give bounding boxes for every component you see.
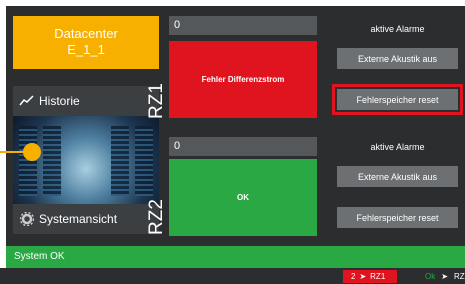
- rz2-label: RZ2: [146, 199, 167, 235]
- systemansicht-button[interactable]: Systemansicht: [13, 204, 159, 234]
- system-status-bar: System OK: [6, 246, 465, 268]
- ok-chip[interactable]: Ok ➤ RZ: [425, 270, 465, 283]
- app-frame: Datacenter E_1_1 Historie Systemansicht …: [0, 0, 465, 284]
- rz2-status-tile[interactable]: OK: [169, 159, 317, 236]
- rz1-acoustic-off-button[interactable]: Externe Akustik aus: [337, 48, 458, 69]
- alarm-chip-rz1[interactable]: 2 ➤ RZ1: [343, 270, 397, 283]
- alarm-count: 2: [351, 272, 356, 281]
- rz2-alarm-title: aktive Alarme: [370, 142, 425, 152]
- rz2-reset-button[interactable]: Fehlerspeicher reset: [337, 207, 458, 228]
- rack-shape: [111, 126, 129, 196]
- datacenter-title: Datacenter: [54, 26, 118, 41]
- rz1-reset-button[interactable]: Fehlerspeicher reset: [337, 89, 458, 110]
- rack-shape: [43, 126, 61, 196]
- rack-shape: [135, 126, 153, 196]
- gear-icon: [19, 211, 35, 227]
- rz1-value-field: 0: [169, 16, 317, 35]
- bell-icon: ➤: [359, 272, 367, 281]
- rz2-value-field: 0: [169, 137, 317, 156]
- rack-shape: [19, 126, 37, 196]
- alarm-chip-label: RZ1: [370, 272, 386, 281]
- chart-line-icon: [19, 93, 35, 109]
- ok-label: Ok: [425, 272, 436, 281]
- arrow-icon: ➤: [441, 272, 448, 281]
- systemansicht-label: Systemansicht: [39, 212, 118, 226]
- connector-dot[interactable]: [23, 143, 41, 161]
- historie-label: Historie: [39, 94, 80, 108]
- rz2-acoustic-off-button[interactable]: Externe Akustik aus: [337, 166, 458, 187]
- rz1-label: RZ1: [146, 83, 167, 119]
- datacenter-tile[interactable]: Datacenter E_1_1: [13, 16, 159, 69]
- historie-button[interactable]: Historie: [13, 86, 159, 116]
- datacenter-subtitle: E_1_1: [67, 42, 105, 57]
- ok-chip-rz-label: RZ: [453, 272, 465, 281]
- rz1-status-tile[interactable]: Fehler Differenzstrom: [169, 41, 317, 118]
- rz1-alarm-title: aktive Alarme: [370, 24, 425, 34]
